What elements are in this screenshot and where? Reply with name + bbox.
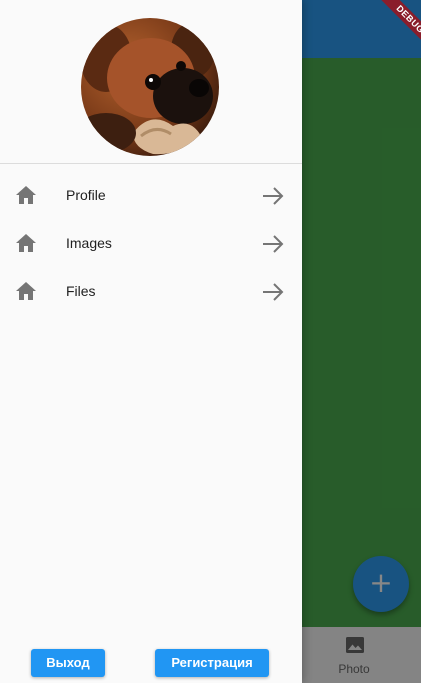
puppy-photo bbox=[81, 18, 219, 156]
home-icon bbox=[16, 282, 36, 300]
avatar bbox=[81, 18, 219, 156]
register-button[interactable]: Регистрация bbox=[155, 649, 269, 677]
home-icon bbox=[16, 186, 36, 204]
arrow-forward-icon bbox=[263, 235, 284, 253]
navigation-drawer: Profile Images Files Выход Регистрация bbox=[0, 0, 302, 683]
drawer-item-label: Files bbox=[66, 283, 96, 299]
arrow-forward-icon bbox=[263, 283, 284, 301]
exit-button[interactable]: Выход bbox=[31, 649, 105, 677]
home-icon bbox=[16, 234, 36, 252]
arrow-forward-icon bbox=[263, 187, 284, 205]
debug-banner-label: DEBUG bbox=[374, 0, 421, 55]
drawer-item-images[interactable]: Images bbox=[0, 220, 302, 268]
debug-banner: DEBUG bbox=[361, 0, 421, 60]
drawer-item-files[interactable]: Files bbox=[0, 268, 302, 316]
drawer-item-profile[interactable]: Profile bbox=[0, 172, 302, 220]
drawer-divider bbox=[0, 163, 302, 164]
drawer-item-label: Images bbox=[66, 235, 112, 251]
drawer-item-label: Profile bbox=[66, 187, 106, 203]
